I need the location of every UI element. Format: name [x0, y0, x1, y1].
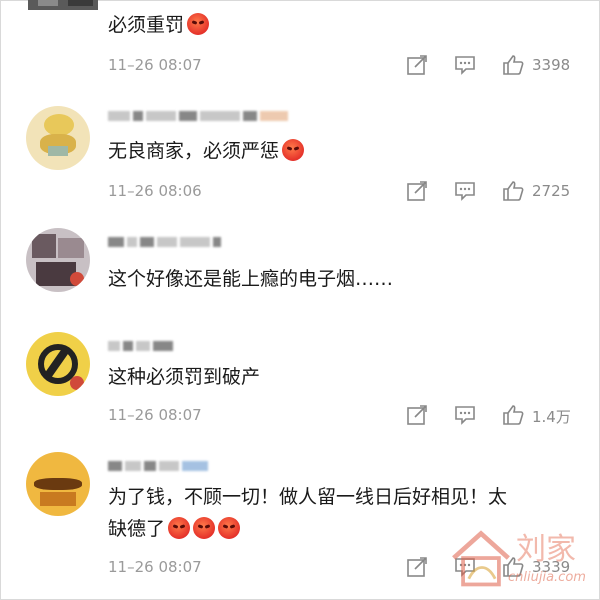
share-icon[interactable] — [406, 54, 428, 76]
avatar[interactable] — [26, 228, 90, 292]
timestamp: 11–26 08:07 — [108, 558, 202, 576]
share-icon[interactable] — [406, 404, 428, 426]
angry-face-emoji-icon — [187, 13, 210, 35]
comment-text: 必须重罚 — [108, 10, 210, 40]
comment-icon[interactable] — [454, 404, 476, 426]
username[interactable] — [108, 458, 208, 474]
thumbs-up-icon[interactable] — [502, 180, 524, 202]
watermark-brand: 刘家 — [516, 532, 576, 567]
avatar[interactable] — [26, 332, 90, 396]
house-logo-icon — [452, 530, 510, 587]
share-icon[interactable] — [406, 180, 428, 202]
comment-text: 无良商家，必须严惩 — [108, 136, 305, 166]
avatar[interactable] — [26, 106, 90, 170]
angry-face-emoji-icon — [193, 517, 216, 539]
like-count: 2725 — [532, 182, 571, 200]
comment-text-line2: 缺德了 — [108, 514, 241, 544]
comment-icon[interactable] — [454, 180, 476, 202]
comment-text: 这个好像还是能上瘾的电子烟…… — [108, 268, 394, 290]
username[interactable] — [108, 234, 221, 250]
like-count: 1.4万 — [532, 408, 571, 426]
avatar[interactable] — [28, 0, 98, 10]
thumbs-up-icon[interactable] — [502, 404, 524, 426]
username[interactable] — [108, 338, 173, 354]
watermark-url: cnliujia.com — [508, 570, 586, 585]
share-icon[interactable] — [406, 556, 428, 578]
thumbs-up-icon[interactable] — [502, 54, 524, 76]
angry-face-emoji-icon — [168, 517, 191, 539]
avatar[interactable] — [26, 452, 90, 516]
username[interactable] — [108, 108, 288, 124]
comment-text: 这种必须罚到破产 — [108, 366, 261, 388]
timestamp: 11–26 08:06 — [108, 182, 202, 200]
angry-face-emoji-icon — [218, 517, 241, 539]
like-count: 3398 — [532, 56, 571, 74]
comment-text: 为了钱，不顾一切！做人留一线日后好相见！太 — [108, 486, 508, 508]
timestamp: 11–26 08:07 — [108, 56, 202, 74]
comment-icon[interactable] — [454, 54, 476, 76]
angry-face-emoji-icon — [282, 139, 305, 161]
timestamp: 11–26 08:07 — [108, 406, 202, 424]
watermark-logo: 刘家 cnliujia.com — [448, 520, 598, 598]
